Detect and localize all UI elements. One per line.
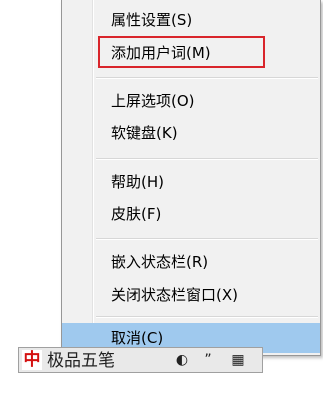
screen: 属性设置(S) 添加用户词(M) 上屏选项(O) 软键盘(K) 帮助(H) 皮肤… [0,0,323,399]
ime-name-label[interactable]: 极品五笔 [47,348,157,372]
menu-item-close-statusbar-window[interactable]: 关闭状态栏窗口(X) [62,280,320,310]
menu-separator [96,238,318,240]
menu-separator [96,316,318,318]
menu-item-skin[interactable]: 皮肤(F) [62,199,320,229]
half-full-width-icon[interactable]: ◐ [171,350,193,370]
menu-item-commit-options[interactable]: 上屏选项(O) [62,86,320,116]
menu-separator [96,77,318,79]
punctuation-icon[interactable]: ” [197,350,219,370]
menu-separator [96,158,318,160]
desktop-background [0,373,323,399]
menu-item-embed-statusbar[interactable]: 嵌入状态栏(R) [62,247,320,277]
menu-item-soft-keyboard[interactable]: 软键盘(K) [62,118,320,148]
annotation-highlight-box [98,36,265,68]
menu-item-properties[interactable]: 属性设置(S) [62,5,320,35]
soft-keyboard-icon[interactable]: ▦ [223,350,253,370]
ime-status-bar: 中 极品五笔 ◐ ” ▦ [18,347,263,373]
menu-item-help[interactable]: 帮助(H) [62,167,320,197]
ime-logo-icon[interactable]: 中 [22,350,42,370]
